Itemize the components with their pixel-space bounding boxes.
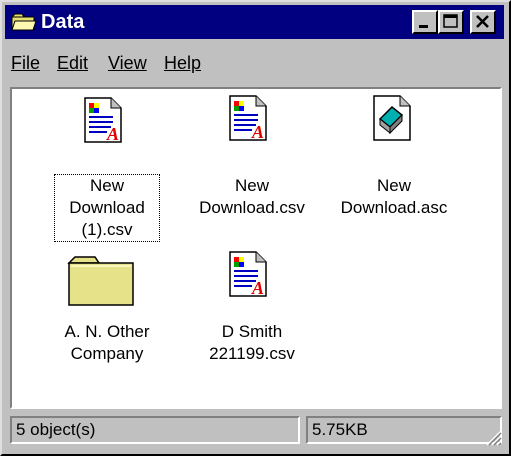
file-item-new-download-1-csv[interactable]: A New Download (1).csv [37,89,177,249]
menu-view-label: View [108,53,147,73]
folder-icon [67,255,135,312]
maximize-icon [443,14,458,28]
close-button[interactable] [470,10,496,34]
maximize-button[interactable] [438,10,464,34]
asc-file-icon [372,95,412,146]
csv-file-icon: A [228,251,268,302]
file-item-new-download-csv[interactable]: A New Download.csv [182,89,322,249]
menu-bar: File Edit View Help [5,42,504,86]
csv-file-icon: A [83,97,123,148]
file-item-label: New Download (1).csv [54,174,160,242]
folder-icon [10,12,37,32]
folder-item-label: A. N. Other Company [64,322,150,363]
file-item-label: D Smith 221199.csv [209,322,295,363]
file-view[interactable]: A New Download (1).csv A New Download.cs… [10,87,502,409]
svg-text:A: A [251,278,264,297]
file-item-label: New Download.asc [340,176,448,217]
folder-item-a-n-other-company[interactable]: A. N. Other Company [37,249,177,389]
menu-file-label: File [11,53,41,73]
minimize-icon [419,25,428,28]
svg-text:A: A [106,124,119,143]
window-title: Data [41,11,85,33]
minimize-button[interactable] [412,10,438,34]
file-item-label: New Download.csv [199,176,305,217]
file-item-d-smith-221199-csv[interactable]: A D Smith 221199.csv [182,249,322,389]
status-bar: 5 object(s) 5.75KB [10,414,502,446]
svg-text:A: A [251,122,264,141]
status-total-size: 5.75KB [306,416,502,444]
resize-grip-icon[interactable] [482,426,502,446]
menu-file[interactable]: File [11,52,40,74]
menu-view[interactable]: View [108,52,147,74]
close-icon [476,15,489,28]
file-item-new-download-asc[interactable]: New Download.asc [324,89,464,249]
menu-edit[interactable]: Edit [57,52,88,74]
menu-edit-label: Edit [57,53,89,73]
status-object-count: 5 object(s) [10,416,300,444]
menu-help-label: Help [164,53,202,73]
explorer-window: Data File Edit View Help A New Download … [0,0,511,456]
csv-file-icon: A [228,95,268,146]
menu-help[interactable]: Help [164,52,201,74]
title-bar[interactable]: Data [5,5,504,39]
